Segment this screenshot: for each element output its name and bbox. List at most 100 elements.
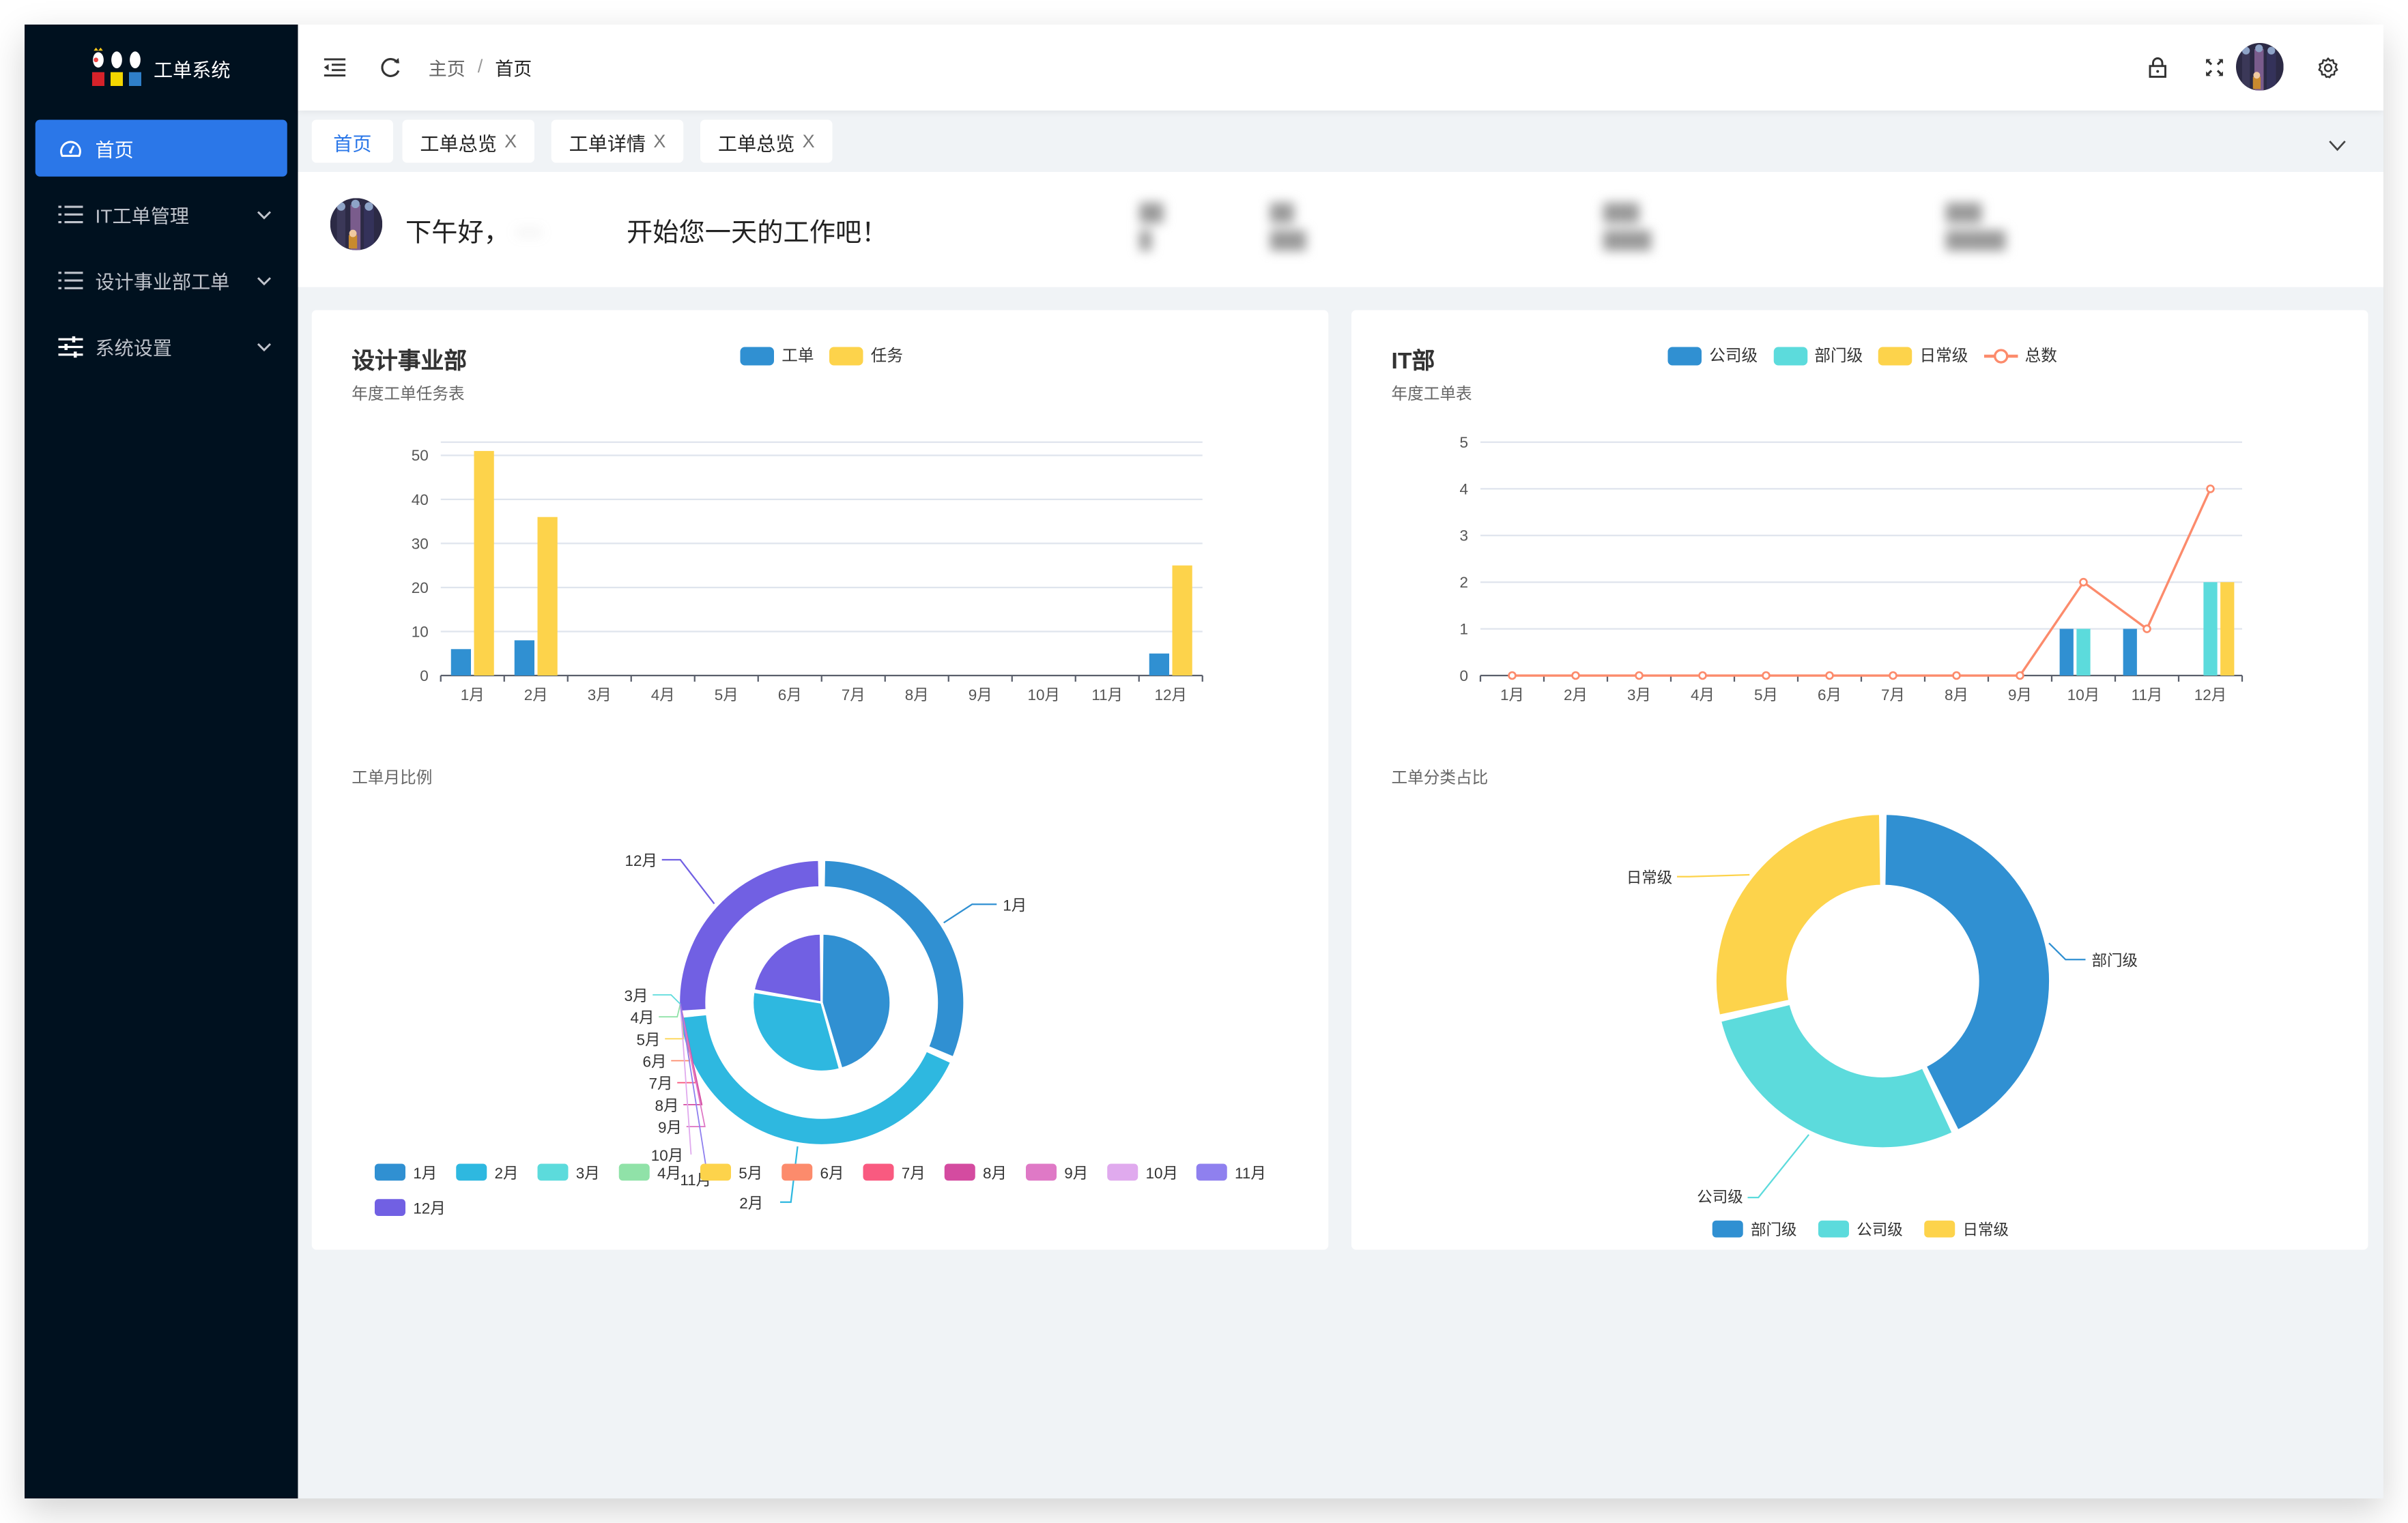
fullscreen-icon[interactable]	[2203, 55, 2227, 80]
stat-blurred-4: ███ █████	[1945, 204, 2006, 250]
collapse-menu-icon[interactable]	[323, 55, 347, 80]
legend-swatch	[1712, 1220, 1743, 1238]
user-name-blurred: ···	[516, 216, 543, 245]
legend-swatch	[537, 1163, 569, 1181]
tab-ticket-overview[interactable]: 工单总览 X	[402, 119, 534, 163]
app-logo[interactable]: 工单系统	[89, 46, 231, 89]
stat-blurred-2: ██ ███	[1270, 204, 1306, 250]
breadcrumb-home[interactable]: 主页	[429, 55, 465, 81]
breadcrumb: 主页 / 首页	[429, 55, 532, 81]
legend-swatch	[1924, 1220, 1955, 1238]
slice-label: 7月	[648, 1075, 672, 1092]
settings-icon[interactable]	[2316, 55, 2340, 80]
legend-swatch	[1107, 1163, 1138, 1181]
slice-label: 公司级	[1697, 1189, 1743, 1206]
legend-label: 9月	[1064, 1165, 1088, 1182]
legend-label: 1月	[413, 1165, 437, 1182]
label-leader-line	[659, 1004, 681, 1018]
monthly-ratio-pie: 1月 2月 12月 3月 4月 5月 6月 7月 8月 9月 10月 11月 1月 2月 3月 4月 5月 6月 7…	[375, 852, 1266, 1217]
label-leader-line	[661, 858, 715, 905]
slice-label: 9月	[658, 1119, 682, 1136]
chevron-down-icon[interactable]	[2328, 132, 2347, 160]
legend-swatch	[618, 1163, 650, 1181]
design-dept-card: 设计事业部 年度工单任务表 工单 任务 0 10 20 30 40 50 1月 2月 3月 4月 5…	[311, 310, 1329, 1250]
top-header: 主页 / 首页	[298, 25, 2383, 111]
tab-label: 工单总览	[420, 132, 497, 155]
legend-label: 部门级	[1751, 1221, 1797, 1238]
sliders-icon	[58, 334, 83, 358]
slice-label: 3月	[624, 987, 648, 1004]
label-leader-line	[2048, 942, 2086, 961]
legend-swatch	[782, 1163, 813, 1181]
refresh-icon[interactable]	[378, 55, 403, 80]
tab-ticket-overview-2[interactable]: 工单总览 X	[700, 119, 833, 163]
greeting-prefix: 下午好，	[405, 218, 510, 248]
tab-home[interactable]: 首页	[311, 119, 393, 163]
sidebar-item-label: IT工单管理	[95, 205, 189, 228]
category-ratio-donut: 部门级公司级日常级部门级 公司级 日常级	[1626, 812, 2138, 1238]
legend-label: 公司级	[1857, 1221, 1903, 1238]
tab-ticket-detail[interactable]: 工单详情 X	[551, 119, 684, 163]
legend-swatch	[375, 1199, 405, 1216]
sidebar: 工单系统 首页 IT工单管理 设计事业部工单 系统设置	[25, 25, 298, 1498]
legend-label: 8月	[983, 1165, 1007, 1182]
list-icon	[58, 202, 83, 227]
tab-label: 工单详情	[569, 132, 646, 155]
it-dept-card: IT部 年度工单表 公司级 部门级 日常级 总数 0 1 2 3 4 5 1月 2月 3月 4月 5…	[1351, 310, 2368, 1250]
legend-swatch	[1026, 1163, 1057, 1181]
legend-label: 3月	[576, 1165, 600, 1182]
dashboard-icon	[59, 136, 83, 160]
slice-label: 1月	[1003, 897, 1027, 914]
slice-label: 8月	[655, 1097, 678, 1114]
sidebar-item-home[interactable]: 首页	[35, 119, 287, 177]
app-title: 工单系统	[154, 59, 231, 81]
breadcrumb-separator: /	[477, 55, 483, 77]
list-icon	[58, 268, 83, 293]
tab-label: 工单总览	[717, 132, 795, 155]
slice-label: 日常级	[1626, 869, 1673, 886]
lock-icon[interactable]	[2145, 55, 2170, 80]
legend-swatch	[944, 1163, 975, 1181]
stat-blurred-3: ███ ████	[1603, 204, 1652, 250]
slice-label: 5月	[636, 1031, 660, 1048]
legend-swatch	[1818, 1220, 1849, 1238]
slice-label: 4月	[630, 1009, 654, 1026]
legend-label: 10月	[1146, 1165, 1179, 1182]
label-leader-line	[653, 994, 681, 1005]
legend-swatch	[863, 1163, 894, 1181]
sidebar-item-design-tickets[interactable]: 设计事业部工单	[35, 252, 287, 308]
chevron-down-icon	[257, 336, 272, 358]
sidebar-item-it-tickets[interactable]: IT工单管理	[35, 186, 287, 242]
user-avatar[interactable]	[2236, 43, 2284, 91]
slice-label: 2月	[739, 1195, 763, 1212]
stat-blurred-1: ██ █	[1139, 204, 1164, 250]
slice-label: 部门级	[2092, 952, 2138, 969]
label-leader-line	[1677, 873, 1750, 877]
stage: 工单系统 首页 IT工单管理 设计事业部工单 系统设置 主页 / 首页 首页 工…	[0, 0, 2408, 1523]
slice-label: 12月	[625, 852, 657, 869]
donut-slice	[1714, 812, 1882, 1017]
tab-label: 首页	[333, 132, 372, 155]
legend-label: 5月	[739, 1165, 762, 1182]
legend-label: 日常级	[1963, 1221, 2009, 1238]
chevron-down-icon	[257, 270, 272, 292]
logo-icon	[92, 47, 141, 86]
sidebar-item-label: 设计事业部工单	[95, 272, 230, 293]
close-icon[interactable]: X	[504, 130, 517, 152]
tabs-bar: 首页 工单总览 X 工单详情 X 工单总览 X	[298, 111, 2384, 172]
close-icon[interactable]: X	[803, 130, 815, 152]
legend-label: 11月	[1235, 1165, 1266, 1182]
sidebar-item-label: 首页	[95, 139, 134, 162]
inner-pie-slice	[752, 932, 823, 1004]
close-icon[interactable]: X	[653, 130, 665, 152]
sidebar-item-system-settings[interactable]: 系统设置	[35, 318, 287, 375]
breadcrumb-current: 首页	[495, 58, 532, 81]
greeting-text: 下午好， ··· 开始您一天的工作吧！	[405, 210, 888, 248]
slice-label: 6月	[642, 1054, 666, 1071]
legend-label: 7月	[902, 1165, 926, 1182]
donut-slice	[1719, 1002, 1955, 1150]
greeting-suffix: 开始您一天的工作吧！	[627, 218, 888, 248]
chevron-down-icon	[257, 204, 272, 226]
slice-label: 10月	[651, 1147, 684, 1164]
label-leader-line	[943, 903, 997, 924]
